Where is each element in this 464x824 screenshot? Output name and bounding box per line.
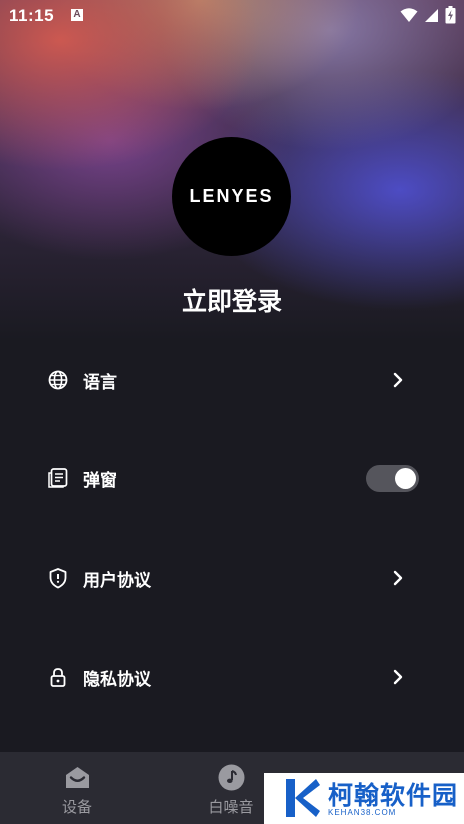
- notification-icon: A: [71, 9, 83, 21]
- brand-logo-text: LENYES: [189, 186, 274, 206]
- tab-device[interactable]: 设备: [22, 752, 132, 824]
- watermark-subtitle: KEHAN38.COM: [328, 808, 397, 817]
- device-icon: [66, 767, 89, 788]
- wifi-icon: [400, 8, 418, 22]
- watermark-logo-icon: [286, 779, 320, 817]
- status-time: 11:15: [9, 6, 55, 25]
- shield-icon: [49, 568, 67, 589]
- chevron-right-icon: [393, 570, 403, 586]
- lock-icon: [50, 668, 66, 687]
- avatar[interactable]: LENYES: [172, 137, 291, 256]
- menu-item-user-agreement[interactable]: 用户协议: [0, 553, 464, 603]
- signal-icon: [425, 8, 438, 22]
- menu-item-privacy-agreement[interactable]: 隐私协议: [0, 652, 464, 702]
- document-icon: [48, 468, 68, 488]
- globe-icon: [48, 370, 68, 390]
- menu-item-language[interactable]: 语言: [0, 355, 464, 405]
- watermark-title: 柯翰软件园: [328, 781, 459, 810]
- menu-item-label: 用户协议: [83, 571, 151, 591]
- chevron-right-icon: [393, 372, 403, 388]
- login-link[interactable]: 立即登录: [0, 282, 464, 318]
- status-bar: 11:15 A: [0, 0, 464, 34]
- toggle-knob: [395, 468, 416, 489]
- menu-item-label: 弹窗: [83, 471, 117, 491]
- music-note-icon: [218, 764, 245, 791]
- menu-item-label: 隐私协议: [83, 670, 151, 690]
- watermark-badge: 柯翰软件园 KEHAN38.COM: [264, 773, 464, 824]
- menu-item-popup: 弹窗: [0, 453, 464, 503]
- chevron-right-icon: [393, 669, 403, 685]
- battery-icon: [445, 6, 456, 24]
- popup-toggle[interactable]: [366, 465, 419, 492]
- tab-label: 设备: [61, 798, 92, 816]
- menu-item-label: 语言: [83, 373, 117, 393]
